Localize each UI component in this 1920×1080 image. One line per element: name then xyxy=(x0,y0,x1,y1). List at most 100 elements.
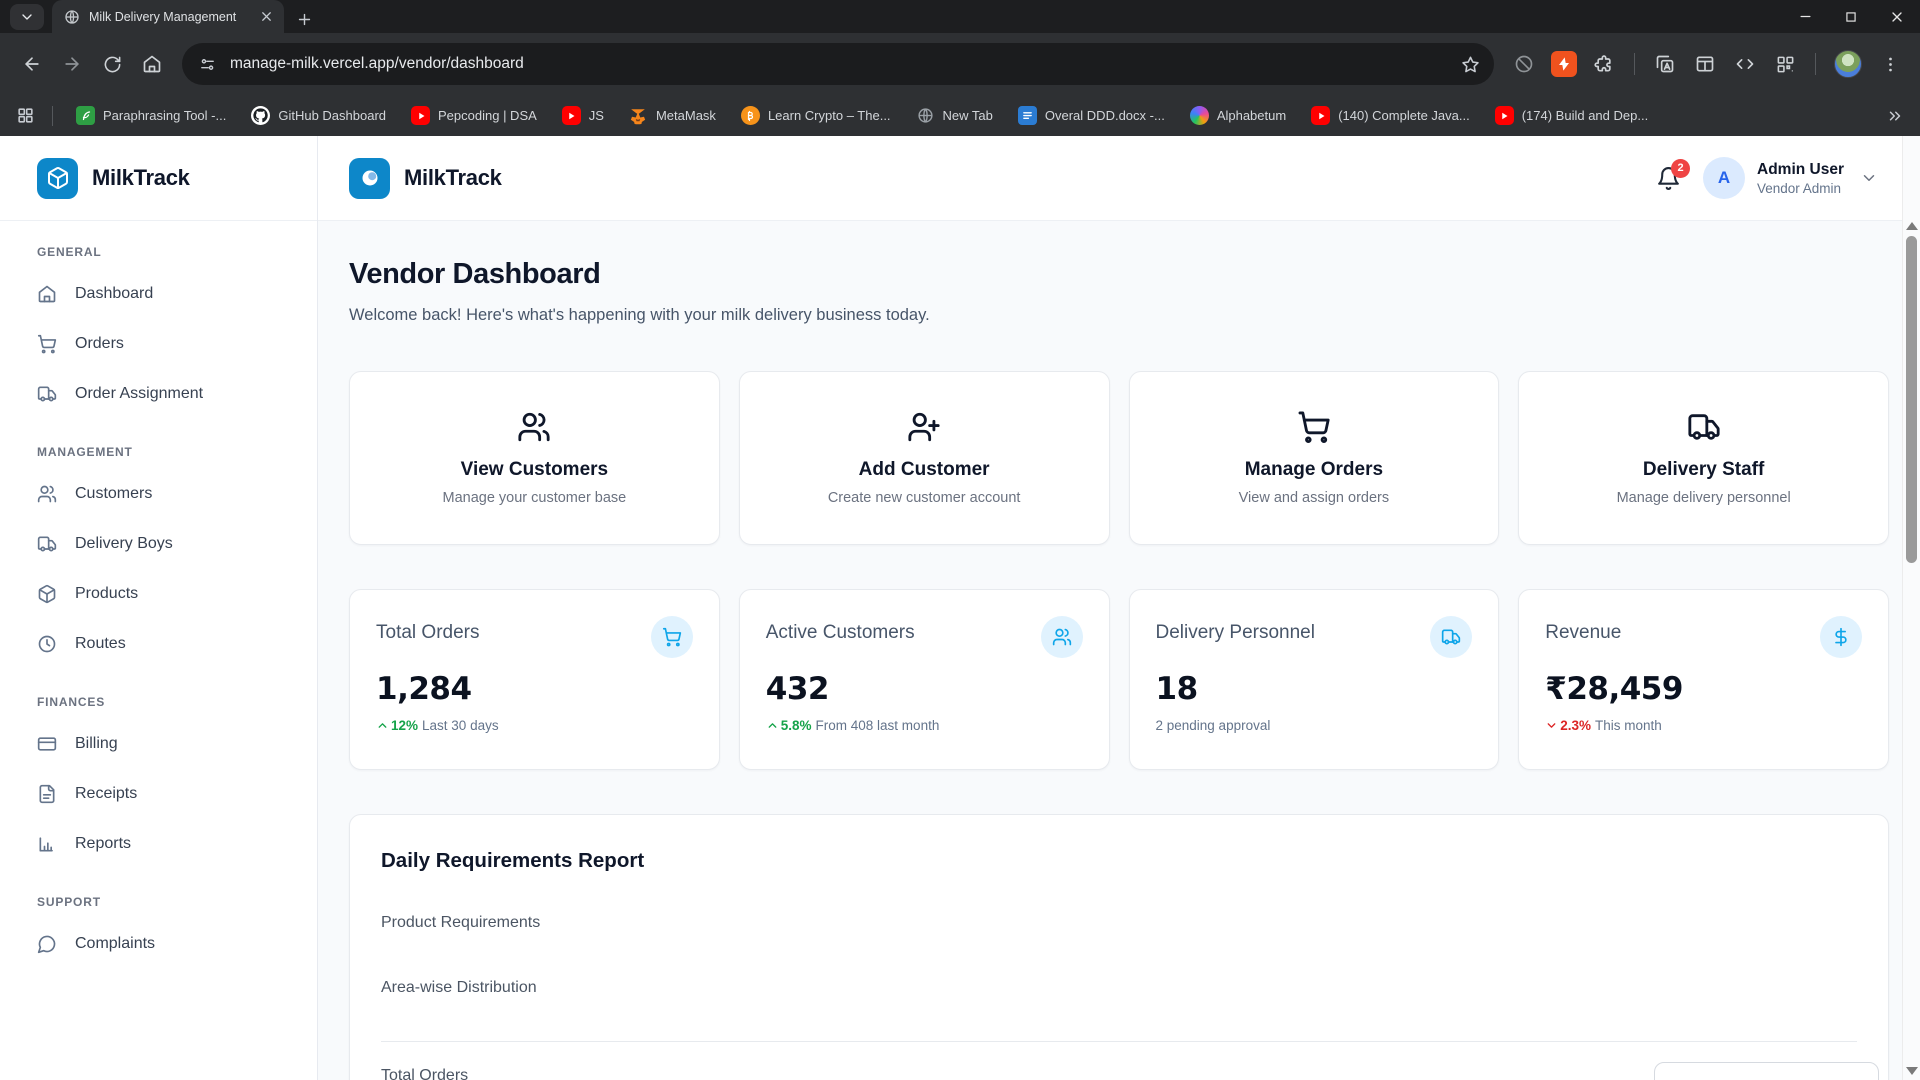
sidebar-item-delivery-boys[interactable]: Delivery Boys xyxy=(14,519,303,569)
active-customers-stat-card: Active Customers 432 5.8% From 408 last … xyxy=(739,589,1110,770)
shopping-cart-icon xyxy=(651,616,693,658)
browser-tab[interactable]: Milk Delivery Management xyxy=(52,0,284,33)
browser-menu-button[interactable] xyxy=(1872,46,1908,82)
bookmark-item[interactable]: Alphabetum xyxy=(1184,102,1292,129)
bookmark-item[interactable]: Paraphrasing Tool -... xyxy=(70,102,232,129)
bookmark-item[interactable]: (174) Build and Dep... xyxy=(1489,102,1654,129)
toolbar-divider xyxy=(1634,53,1635,75)
caret-down-icon xyxy=(1545,719,1558,732)
stat-note: 2 pending approval xyxy=(1156,718,1271,733)
colorful-favicon xyxy=(1190,106,1209,125)
truck-icon xyxy=(37,384,57,404)
chevrons-right-icon xyxy=(1886,107,1904,125)
sidebar-item-receipts[interactable]: Receipts xyxy=(14,769,303,819)
url-text[interactable]: manage-milk.vercel.app/vendor/dashboard xyxy=(230,55,1461,73)
sidebar-item-products[interactable]: Products xyxy=(14,569,303,619)
manage-orders-card[interactable]: Manage Orders View and assign orders xyxy=(1129,371,1500,545)
window-close-button[interactable] xyxy=(1874,0,1920,33)
add-customer-card[interactable]: Add Customer Create new customer account xyxy=(739,371,1110,545)
bookmark-item[interactable]: Pepcoding | DSA xyxy=(405,102,543,129)
revenue-stat-card: Revenue ₹28,459 2.3% This month xyxy=(1518,589,1889,770)
extensions-button[interactable] xyxy=(1586,46,1622,82)
delivery-personnel-stat-card: Delivery Personnel 18 2 pending approval xyxy=(1129,589,1500,770)
chevron-down-icon xyxy=(19,9,35,25)
message-circle-icon xyxy=(37,934,57,954)
report-title: Daily Requirements Report xyxy=(381,849,1857,873)
scrollbar-up-arrow[interactable] xyxy=(1906,222,1918,230)
sidebar-item-dashboard[interactable]: Dashboard xyxy=(14,269,303,319)
sidebar-item-orders[interactable]: Orders xyxy=(14,319,303,369)
browser-titlebar: Milk Delivery Management xyxy=(0,0,1920,33)
qr-code-icon xyxy=(1776,55,1795,74)
sidebar-item-customers[interactable]: Customers xyxy=(14,469,303,519)
bookmark-item[interactable]: Overal DDD.docx -... xyxy=(1012,102,1171,129)
sidebar-section-support: SUPPORT xyxy=(37,895,280,909)
user-menu[interactable]: A Admin User Vendor Admin xyxy=(1703,157,1878,199)
sidebar-item-billing[interactable]: Billing xyxy=(14,719,303,769)
bookmark-item[interactable]: Learn Crypto – The... xyxy=(735,102,897,129)
browser-profile-avatar[interactable] xyxy=(1834,50,1862,78)
forward-button[interactable] xyxy=(54,46,90,82)
trend-down: 2.3% xyxy=(1545,718,1591,733)
sidebar-brand[interactable]: MilkTrack xyxy=(0,136,317,221)
bookmark-star-button[interactable] xyxy=(1461,55,1480,74)
bookmark-item[interactable]: JS xyxy=(556,102,610,129)
stat-value: 432 xyxy=(766,671,1083,707)
view-customers-card[interactable]: View Customers Manage your customer base xyxy=(349,371,720,545)
delivery-staff-card[interactable]: Delivery Staff Manage delivery personnel xyxy=(1518,371,1889,545)
devtools-button[interactable] xyxy=(1727,46,1763,82)
milktrack-logo xyxy=(37,158,78,199)
notifications-button[interactable]: 2 xyxy=(1656,166,1681,191)
sidebar-item-order-assignment[interactable]: Order Assignment xyxy=(14,369,303,419)
site-info-button[interactable] xyxy=(190,47,224,81)
scrollbar-thumb[interactable] xyxy=(1906,236,1917,563)
close-icon xyxy=(1889,9,1905,25)
thunder-extension-button[interactable] xyxy=(1551,51,1577,77)
main-area: MilkTrack 2 A Admin User Vendor Admin Ve… xyxy=(318,136,1920,1080)
sidebar-item-complaints[interactable]: Complaints xyxy=(14,919,303,969)
stat-note: From 408 last month xyxy=(816,718,940,733)
trend-up: 5.8% xyxy=(766,718,812,733)
bookmarks-overflow-button[interactable] xyxy=(1886,107,1904,125)
reading-list-button[interactable] xyxy=(1687,46,1723,82)
truck-icon xyxy=(1687,410,1721,444)
tab-close-button[interactable] xyxy=(259,9,274,24)
sidebar: MilkTrack GENERAL Dashboard Orders Order… xyxy=(0,136,318,1080)
page-body: MilkTrack GENERAL Dashboard Orders Order… xyxy=(0,136,1920,1080)
scrollbar-down-arrow[interactable] xyxy=(1906,1067,1918,1075)
new-tab-button[interactable] xyxy=(296,11,313,28)
bookmarks-divider xyxy=(52,106,53,126)
bookmark-item[interactable]: GitHub Dashboard xyxy=(245,102,392,129)
puzzle-icon xyxy=(1594,54,1614,74)
window-maximize-button[interactable] xyxy=(1828,0,1874,33)
truck-icon xyxy=(1430,616,1472,658)
report-row-product-requirements: Product Requirements xyxy=(381,914,1857,932)
tab-search-button[interactable] xyxy=(10,4,44,30)
plus-icon xyxy=(296,11,313,28)
caret-up-icon xyxy=(376,719,389,732)
package-icon xyxy=(37,584,57,604)
caret-up-icon xyxy=(766,719,779,732)
arrow-right-icon xyxy=(62,54,82,74)
sidebar-section-finances: FINANCES xyxy=(37,695,280,709)
adblock-extension-button[interactable] xyxy=(1506,46,1542,82)
back-button[interactable] xyxy=(14,46,50,82)
bookmark-item[interactable]: New Tab xyxy=(910,102,999,129)
header-brand-name: MilkTrack xyxy=(404,165,502,191)
report-action-button[interactable] xyxy=(1654,1062,1879,1080)
translate-button[interactable] xyxy=(1647,46,1683,82)
app-header: MilkTrack 2 A Admin User Vendor Admin xyxy=(318,136,1920,221)
apps-grid-icon[interactable] xyxy=(16,106,35,125)
page-scrollbar[interactable] xyxy=(1902,136,1920,1080)
sidebar-item-routes[interactable]: Routes xyxy=(14,619,303,669)
address-bar[interactable]: manage-milk.vercel.app/vendor/dashboard xyxy=(182,43,1494,85)
sidebar-item-reports[interactable]: Reports xyxy=(14,819,303,869)
bookmark-item[interactable]: (140) Complete Java... xyxy=(1305,102,1476,129)
brand-name: MilkTrack xyxy=(92,165,190,191)
bookmark-item[interactable]: MetaMask xyxy=(623,102,722,129)
sidebar-nav: GENERAL Dashboard Orders Order Assignmen… xyxy=(0,221,317,969)
reload-button[interactable] xyxy=(94,46,130,82)
browser-home-button[interactable] xyxy=(134,46,170,82)
window-minimize-button[interactable] xyxy=(1782,0,1828,33)
qr-extension-button[interactable] xyxy=(1767,46,1803,82)
